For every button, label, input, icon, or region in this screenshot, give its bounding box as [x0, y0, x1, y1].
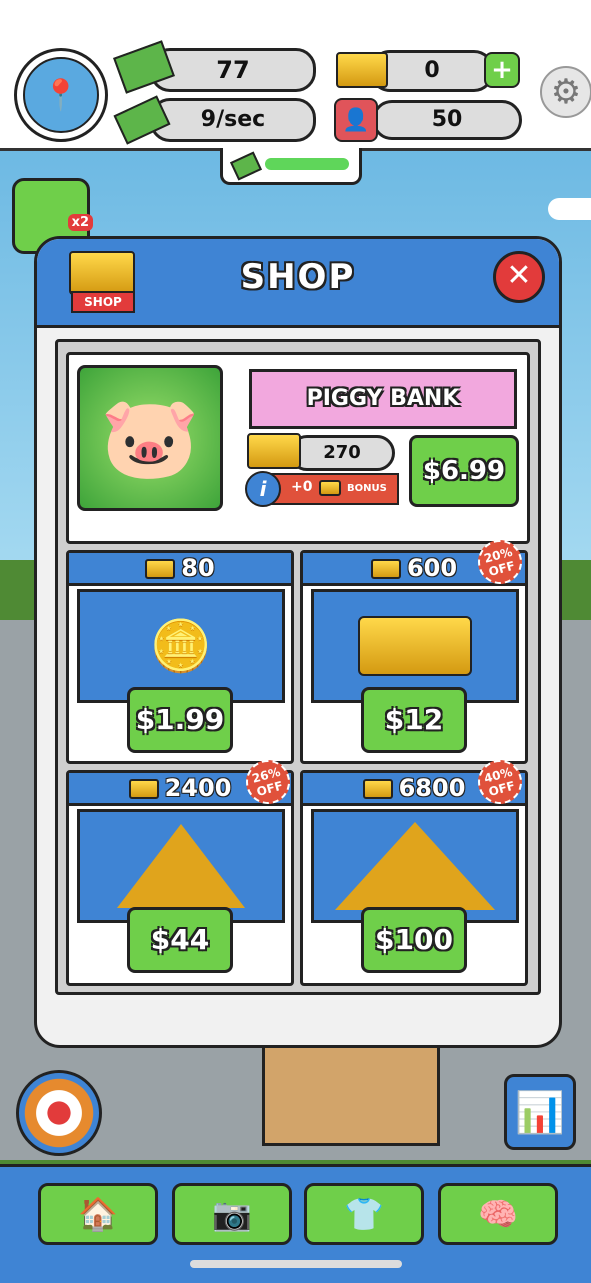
person-icon: 👤 — [334, 98, 378, 142]
close-button[interactable]: ✕ — [493, 251, 545, 303]
gold-bar-icon — [319, 480, 341, 496]
home-tab[interactable]: 🏠 — [38, 1183, 158, 1245]
gold-pack-card: 80 🪙 $1.99 — [66, 550, 294, 764]
outfit-tab[interactable]: 👕 — [304, 1183, 424, 1245]
income-rate-display: 9/sec — [150, 98, 316, 142]
outfit-icon: 👕 — [344, 1195, 384, 1233]
shop-title: SHOP — [240, 257, 356, 297]
shop-panel: SHOP SHOP ✕ 🐷 PIGGY BANK 270 +0 BONUS i … — [34, 236, 562, 1048]
pack-amount: 600 — [406, 554, 458, 582]
piggy-bank-icon: 🐷 — [77, 365, 223, 511]
shop-content: 🐷 PIGGY BANK 270 +0 BONUS i $6.99 80 🪙 $… — [55, 339, 541, 995]
add-gold-button[interactable]: + — [484, 52, 520, 88]
gold-bar-icon — [362, 779, 393, 799]
gear-icon[interactable]: ⚙ — [540, 66, 591, 118]
piggy-bank-buy-button[interactable]: $6.99 — [409, 435, 519, 507]
target-button[interactable] — [16, 1070, 102, 1156]
gold-pyramid-icon — [77, 809, 285, 923]
bonus-text: +0 — [291, 479, 313, 495]
gold-bars-pile-icon — [311, 589, 519, 703]
cash-bill-icon — [229, 151, 263, 181]
gold-bars-icon — [336, 52, 388, 88]
home-indicator — [190, 1260, 402, 1268]
gold-treasure-pile-icon — [311, 809, 519, 923]
brain-icon: 🧠 — [478, 1195, 518, 1233]
piggy-bank-card: 🐷 PIGGY BANK 270 +0 BONUS i $6.99 — [66, 352, 530, 544]
brain-tab[interactable]: 🧠 — [438, 1183, 558, 1245]
gold-bar-icon — [128, 779, 159, 799]
top-bar: 📍 77 9/sec 0 + 50 👤 ⚙ — [0, 0, 591, 151]
buy-pack-button[interactable]: $12 — [361, 687, 467, 753]
piggy-gold-amount: 270 — [289, 435, 395, 471]
map-button[interactable]: 📍 — [14, 48, 108, 142]
multiplier-badge: x2 — [67, 214, 93, 231]
piggy-bank-title: PIGGY BANK — [249, 369, 517, 429]
stats-chart-button[interactable]: 📊 — [504, 1074, 576, 1150]
cash-progress-panel — [220, 148, 362, 185]
home-icon: 🏠 — [78, 1195, 118, 1233]
shop-header: SHOP SHOP ✕ — [37, 239, 559, 328]
gold-display: 0 — [370, 50, 494, 92]
gold-bars-icon — [247, 433, 301, 469]
info-button[interactable]: i — [245, 471, 281, 507]
gold-bar-icon — [370, 559, 401, 579]
bonus-banner: +0 BONUS — [269, 473, 399, 505]
people-display: 50 — [372, 100, 522, 140]
buy-pack-button[interactable]: $44 — [127, 907, 233, 973]
pack-amount: 80 — [181, 554, 215, 582]
cash-display: 77 — [150, 48, 316, 92]
map-icon: 📍 — [23, 57, 99, 133]
pack-amount: 2400 — [164, 774, 232, 802]
cloud — [548, 198, 591, 220]
bonus-label: BONUS — [347, 483, 387, 494]
camera-tab[interactable]: 📷 — [172, 1183, 292, 1245]
gold-bar-icon — [145, 559, 176, 579]
buy-pack-button[interactable]: $100 — [361, 907, 467, 973]
buy-pack-button[interactable]: $1.99 — [127, 687, 233, 753]
gold-coins-icon: 🪙 — [77, 589, 285, 703]
pack-header: 80 — [69, 553, 291, 586]
cardboard-box — [262, 1040, 440, 1146]
cash-progress-bar — [265, 158, 349, 170]
camera-icon: 📷 — [212, 1195, 252, 1233]
pack-amount: 6800 — [398, 774, 466, 802]
